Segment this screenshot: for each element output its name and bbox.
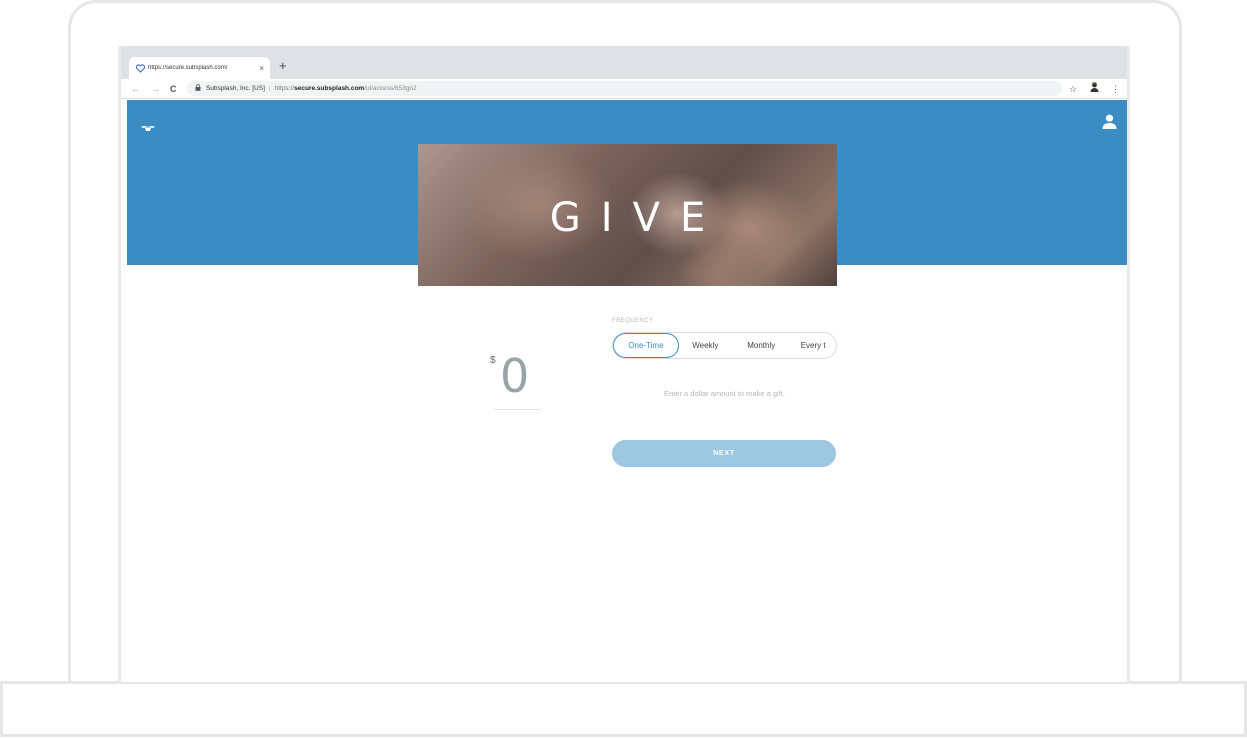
currency-symbol: $	[490, 355, 496, 366]
give-page: GIVE $ 0 FREQUENCY One-Time Weekly Month…	[121, 100, 1127, 682]
amount-underline	[494, 409, 540, 410]
tab-title: https://secure.subsplash.com/	[148, 65, 228, 71]
bookmark-star-icon[interactable]: ☆	[1069, 82, 1077, 96]
reload-icon[interactable]: C	[170, 81, 177, 97]
browser-tabstrip: https://secure.subsplash.com/ × +	[121, 46, 1127, 79]
laptop-base	[0, 681, 1247, 737]
amount-hint: Enter a dollar amount to make a gift.	[664, 389, 785, 398]
profile-avatar-icon[interactable]	[1090, 82, 1099, 96]
browser-menu-icon[interactable]: ⋮	[1111, 82, 1120, 96]
frequency-option-monthly[interactable]: Monthly	[732, 333, 791, 358]
browser-toolbar: ← → C Subsplash, Inc. [US] | https://sec…	[121, 79, 1127, 99]
frequency-selector: One-Time Weekly Monthly Every t	[612, 332, 837, 359]
hero-hands-image: GIVE	[418, 144, 837, 286]
frequency-option-every[interactable]: Every t	[791, 333, 836, 358]
site-identity: Subsplash, Inc. [US]	[206, 85, 265, 92]
new-tab-button[interactable]: +	[279, 58, 287, 74]
close-tab-icon[interactable]: ×	[259, 64, 264, 73]
forward-icon[interactable]: →	[151, 81, 160, 97]
lock-icon[interactable]	[195, 84, 201, 93]
laptop-screen: https://secure.subsplash.com/ × + ← → C …	[118, 46, 1130, 682]
amount-value[interactable]: 0	[500, 348, 529, 404]
frequency-option-one-time[interactable]: One-Time	[613, 333, 679, 358]
url-path: /ui/access/653gn2	[364, 85, 417, 92]
frequency-option-weekly[interactable]: Weekly	[679, 333, 732, 358]
amount-input[interactable]: $ 0	[490, 348, 550, 410]
brand-logo-icon[interactable]	[141, 119, 155, 137]
address-bar[interactable]: Subsplash, Inc. [US] | https://secure.su…	[187, 81, 1062, 96]
url-scheme: https://	[274, 85, 295, 92]
hero-title: GIVE	[549, 195, 726, 241]
user-profile-icon[interactable]	[1102, 114, 1117, 134]
laptop-mockup: https://secure.subsplash.com/ × + ← → C …	[0, 0, 1247, 738]
back-icon[interactable]: ←	[131, 81, 140, 97]
url-host: secure.subsplash.com	[294, 85, 365, 92]
address-separator: |	[268, 85, 271, 92]
next-button[interactable]: NEXT	[612, 440, 836, 467]
browser-tab[interactable]: https://secure.subsplash.com/ ×	[129, 57, 270, 79]
heart-shield-favicon-icon	[135, 63, 145, 73]
frequency-label: FREQUENCY	[612, 318, 654, 324]
